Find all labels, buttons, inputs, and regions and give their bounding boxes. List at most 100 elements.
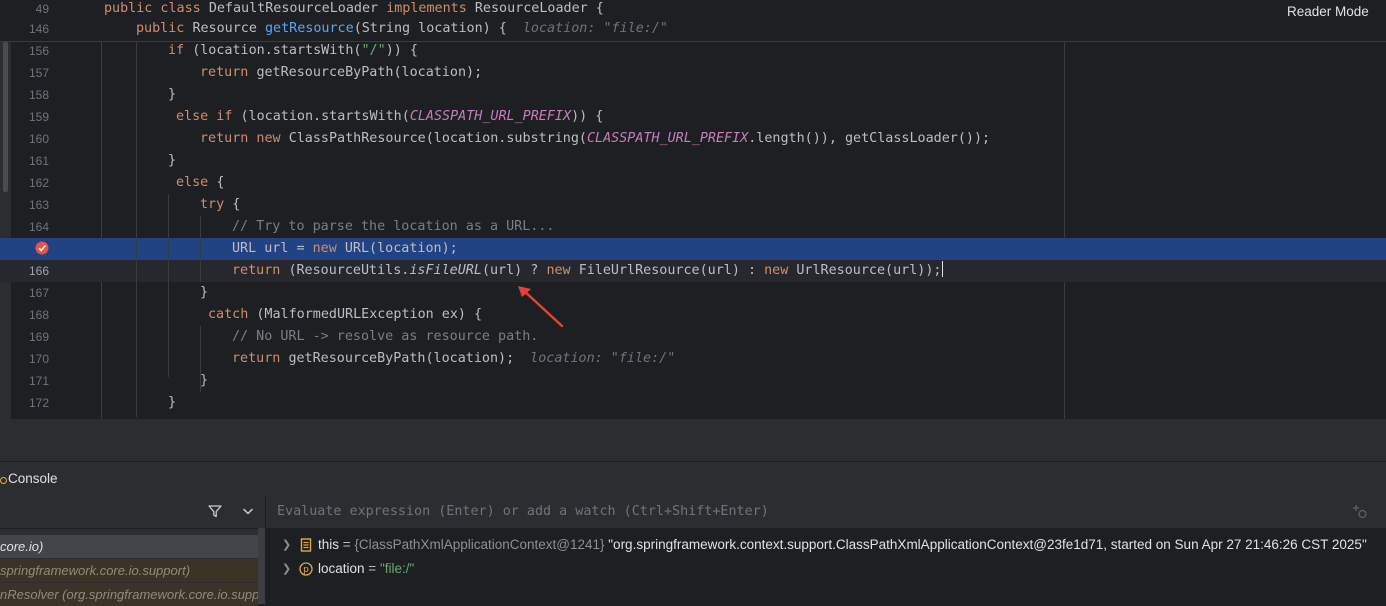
code-text: // Try to parse the location as a URL... [232, 216, 554, 238]
code-token: return new [200, 131, 289, 146]
line-number[interactable]: 172 [11, 392, 49, 414]
code-token: (MalformedURLException ex) { [256, 307, 483, 322]
line-number[interactable]: 160 [11, 128, 49, 150]
stack-frame[interactable]: nResolver (org.springframework.core.io.s… [0, 583, 258, 606]
line-number[interactable]: 167 [11, 282, 49, 304]
code-token: (ResourceUtils. [288, 263, 410, 278]
inline-value-hint: location: "file:/" [530, 351, 676, 366]
code-text: } [168, 392, 176, 414]
sticky-line[interactable]: 146 public Resource getResource(String lo… [0, 20, 1386, 42]
code-token: FileUrlResource(url) : [578, 263, 765, 278]
code-line[interactable]: 49 public class DefaultResourceLoader imp… [0, 0, 1386, 20]
code-line[interactable]: 161} [0, 150, 1386, 172]
code-text: } [168, 84, 176, 106]
filter-icon[interactable] [208, 504, 222, 518]
variable-name: location [318, 561, 365, 576]
add-watch-icon[interactable] [1353, 504, 1369, 520]
code-line[interactable]: 171} [0, 370, 1386, 392]
stack-frame[interactable]: core.io) [0, 535, 258, 558]
code-line[interactable]: 164 // Try to parse the location as a URL… [0, 216, 1386, 238]
code-line[interactable]: URL url = new URL(location); [0, 238, 1386, 260]
code-token: DefaultResourceLoader [208, 1, 387, 16]
code-line[interactable]: 172} [0, 392, 1386, 414]
line-number[interactable]: 169 [11, 326, 49, 348]
variable-text: this = {ClassPathXmlApplicationContext@1… [318, 533, 1367, 557]
code-token: // Try to parse the location as a URL... [232, 219, 555, 234]
indent-guide [200, 326, 201, 392]
code-line[interactable]: 162 else { [0, 172, 1386, 194]
variable-row[interactable]: ❯ p location = "file:/" [266, 557, 1386, 581]
code-token: getResourceByPath(location); [288, 351, 515, 366]
line-number[interactable]: 164 [11, 216, 49, 238]
stack-frame[interactable]: springframework.core.io.support) [0, 559, 258, 582]
variable-row[interactable]: ❯ this = {ClassPathXmlApplicationContext@… [266, 533, 1386, 557]
code-token: } [200, 285, 209, 300]
tab-console[interactable]: Console [8, 471, 58, 486]
code-line[interactable]: 160 return new ClassPathResource(location… [0, 128, 1386, 150]
line-number[interactable]: 161 [11, 150, 49, 172]
console-tab-bar: Console [0, 461, 1386, 496]
chevron-right-icon[interactable]: ❯ [282, 533, 291, 557]
code-line[interactable]: 167} [0, 282, 1386, 304]
indent-guide [200, 216, 201, 282]
inline-value-hint: location: "file:/" [522, 21, 668, 36]
code-line[interactable]: 168 catch (MalformedURLException ex) { [0, 304, 1386, 326]
code-line[interactable]: 169 // No URL -> resolve as resource path… [0, 326, 1386, 348]
reader-mode-toggle[interactable]: Reader Mode [1287, 4, 1369, 19]
line-number[interactable]: 163 [11, 194, 49, 216]
code-text: try { [200, 194, 240, 216]
code-text: URL url = new URL(location); [232, 238, 458, 260]
evaluate-expression-input[interactable] [277, 495, 1277, 528]
line-number[interactable]: 170 [11, 348, 49, 370]
code-token: CLASSPATH_URL_PREFIX [586, 131, 749, 146]
code-token: new [312, 241, 345, 256]
line-number[interactable]: 168 [11, 304, 49, 326]
line-number[interactable]: 146 [11, 18, 49, 40]
code-token: (url) ? [481, 263, 547, 278]
code-line[interactable]: 156 if (location.startsWith("/")) { [0, 40, 1386, 62]
code-text: else if (location.startsWith(CLASSPATH_U… [176, 106, 603, 128]
line-number[interactable]: 162 [11, 172, 49, 194]
code-editor[interactable]: 156 if (location.startsWith("/")) {157 ret… [0, 0, 1386, 419]
code-text: } [200, 282, 208, 304]
variable-value: "org.springframework.context.support.Cla… [608, 537, 1367, 552]
code-token: ClassPathResource(location.substring( [288, 131, 587, 146]
chevron-down-icon[interactable] [242, 507, 254, 516]
line-number[interactable]: 159 [11, 106, 49, 128]
annotation-arrow-icon [518, 286, 564, 328]
chevron-right-icon[interactable]: ❯ [282, 557, 291, 581]
code-line[interactable]: 163 try { [0, 194, 1386, 216]
code-text: // No URL -> resolve as resource path. [232, 326, 538, 348]
line-number[interactable]: 171 [11, 370, 49, 392]
frames-panel: core.io) springframework.core.io.support)… [0, 495, 266, 606]
code-line[interactable]: 146 public Resource getResource(String lo… [0, 18, 1386, 40]
frames-scrollbar[interactable] [258, 528, 265, 604]
code-token: { [216, 175, 225, 190]
evaluate-bar [266, 495, 1386, 529]
code-line[interactable]: 157 return getResourceByPath(location); [0, 62, 1386, 84]
code-line[interactable]: 166 return (ResourceUtils.isFileURL(url) … [0, 260, 1386, 282]
line-number[interactable]: 157 [11, 62, 49, 84]
line-number[interactable]: 156 [11, 40, 49, 62]
variable-value: "file:/" [379, 561, 415, 576]
line-number[interactable]: 49 [11, 0, 49, 20]
code-token: else if [176, 109, 241, 124]
line-number[interactable]: 166 [11, 260, 49, 282]
code-token: if [168, 43, 193, 58]
code-token: } [168, 87, 177, 102]
code-line[interactable]: 159 else if (location.startsWith(CLASSPAT… [0, 106, 1386, 128]
variable-eq: = [339, 537, 355, 552]
code-token: URL url = [232, 241, 313, 256]
code-token: getResource [265, 21, 354, 36]
breakpoint-icon[interactable] [35, 241, 49, 255]
field-icon [300, 538, 312, 552]
variables-panel: ❯ this = {ClassPathXmlApplicationContext@… [266, 495, 1386, 604]
code-token: try [200, 197, 233, 212]
line-number[interactable]: 158 [11, 84, 49, 106]
code-line[interactable]: 170 return getResourceByPath(location); lo… [0, 348, 1386, 370]
code-token: return [200, 65, 257, 80]
indent-guide [136, 40, 137, 417]
code-line[interactable]: 158} [0, 84, 1386, 106]
code-text: return (ResourceUtils.isFileURL(url) ? n… [232, 260, 943, 282]
code-token: Resource [192, 21, 265, 36]
